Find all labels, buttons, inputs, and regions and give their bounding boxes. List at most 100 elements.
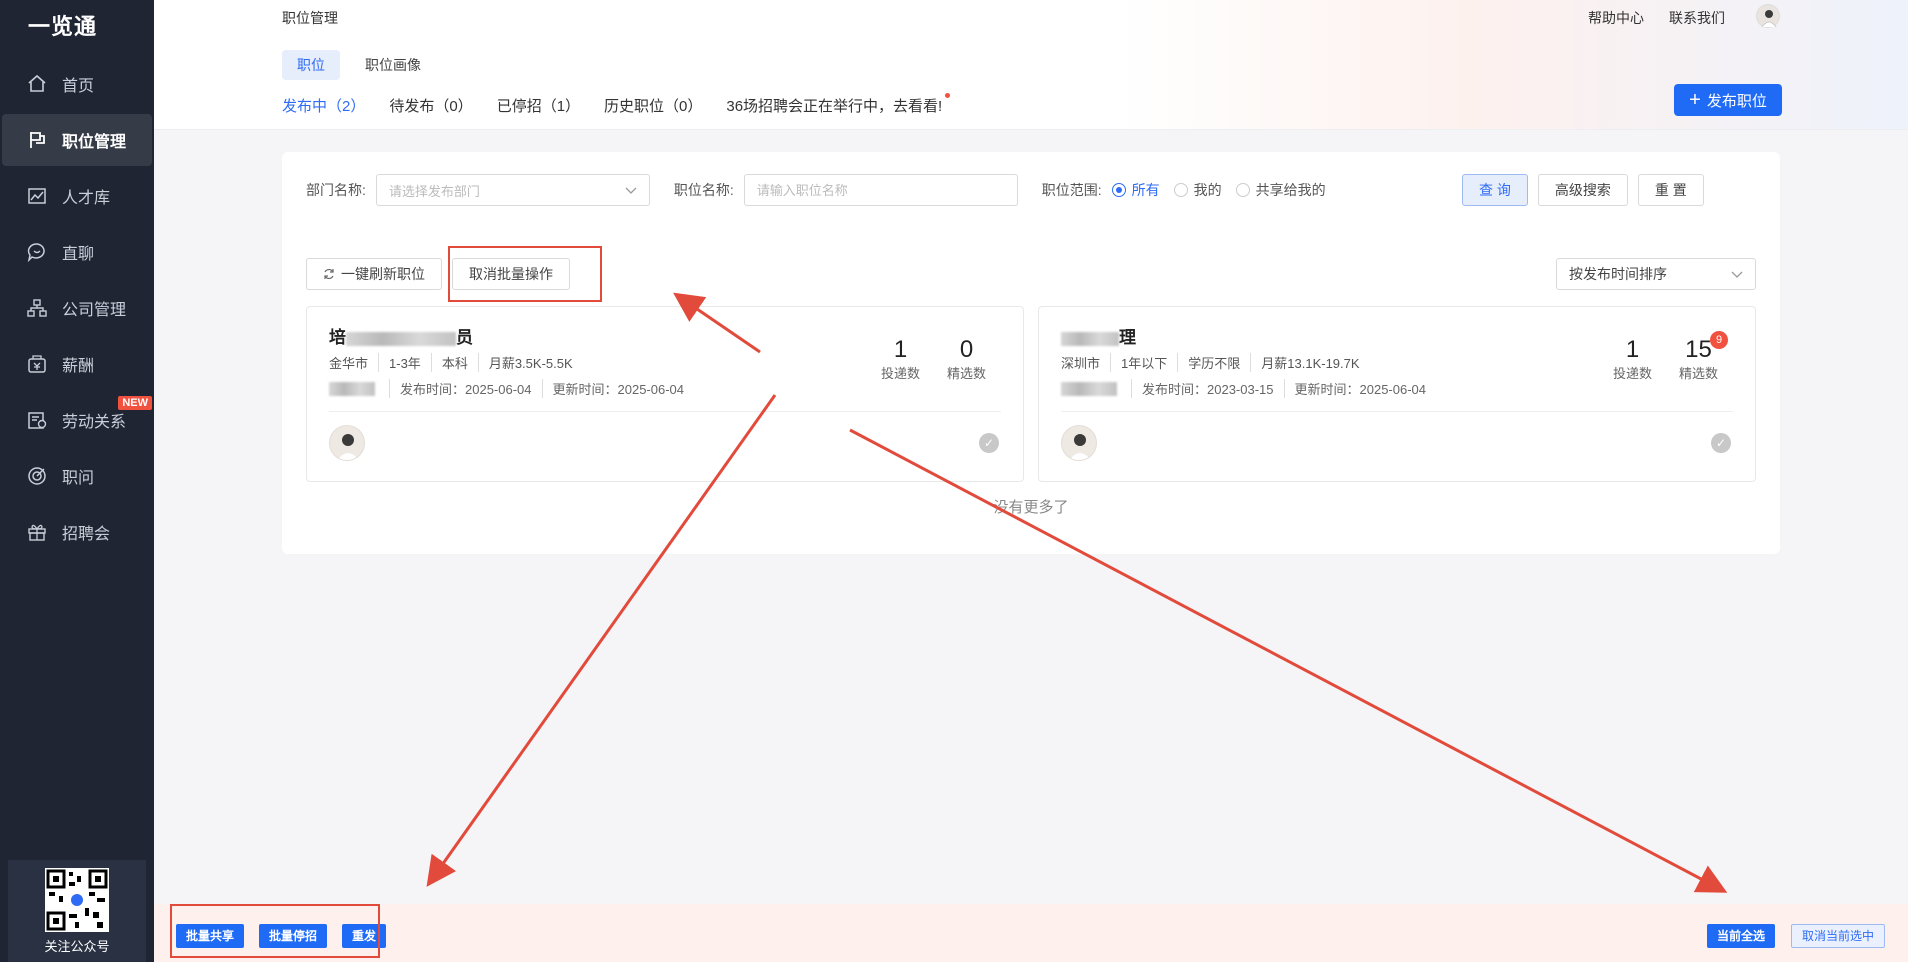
redacted-text	[1061, 381, 1117, 396]
sidebar-item-job-fair[interactable]: 招聘会	[2, 506, 152, 558]
selected-count: 0	[959, 336, 974, 363]
scope-radio-shared[interactable]: 共享给我的	[1235, 180, 1326, 200]
job-salary: 月薪3.5K-5.5K	[477, 353, 583, 372]
org-chart-icon	[26, 297, 48, 319]
dept-label: 部门名称:	[306, 182, 366, 198]
cancel-selection-button[interactable]: 取消当前选中	[1791, 924, 1886, 948]
sidebar-item-label: 职位管理	[62, 134, 127, 151]
help-center-link[interactable]: 帮助中心	[1588, 8, 1644, 28]
chevron-down-icon	[1731, 266, 1743, 282]
status-publishing[interactable]: 发布中（2）	[282, 95, 365, 116]
sort-select[interactable]: 按发布时间排序	[1556, 258, 1756, 290]
contact-us-link[interactable]: 联系我们	[1669, 8, 1725, 28]
annotation-highlight-box	[170, 904, 380, 958]
target-icon	[26, 465, 48, 487]
app-logo[interactable]: 一览通	[0, 0, 154, 54]
sort-label: 按发布时间排序	[1569, 266, 1667, 282]
qr-code-panel: 关注公众号	[8, 860, 146, 962]
chevron-down-icon	[625, 183, 637, 198]
avatar	[1061, 425, 1097, 461]
annotation-highlight-box	[448, 246, 602, 302]
filter-row: 部门名称: 请选择发布部门 职位名称: 职位范围: 所有 我的 共享给我的	[306, 174, 1340, 206]
job-card[interactable]: 理 深圳市 1年以下 学历不限 月薪13.1K-19.7K 发布时间：2023-…	[1038, 306, 1756, 482]
advanced-search-button[interactable]: 高级搜索	[1537, 174, 1628, 206]
home-icon	[26, 73, 48, 95]
status-pending[interactable]: 待发布（0）	[389, 95, 472, 116]
sidebar-item-career-qa[interactable]: 职问	[2, 450, 152, 502]
batch-action-bar: 批量共享 批量停招 重发 当前全选 取消当前选中	[154, 904, 1908, 962]
divider	[1061, 411, 1733, 412]
divider	[329, 411, 1001, 412]
radio-icon	[1173, 183, 1188, 197]
status-history[interactable]: 历史职位（0）	[604, 95, 702, 116]
job-title-text: 培	[329, 328, 346, 347]
tab-job-profile[interactable]: 职位画像	[350, 50, 436, 80]
status-stopped[interactable]: 已停招（1）	[497, 95, 580, 116]
selected-label: 精选数	[1679, 366, 1719, 381]
gift-icon	[26, 521, 48, 543]
job-card[interactable]: 培员 金华市 1-3年 本科 月薪3.5K-5.5K 发布时间：2025-06-…	[306, 306, 1024, 482]
radio-icon	[1111, 183, 1126, 197]
job-fair-link[interactable]: 36场招聘会正在举行中，去看看!	[726, 93, 951, 116]
selected-label: 精选数	[947, 366, 987, 381]
sidebar: 一览通 首页 职位管理 人才库 直聊 公司管理 薪酬 劳动关系 NEW 职问 招…	[0, 0, 154, 962]
sidebar-item-labor-relations[interactable]: 劳动关系 NEW	[2, 394, 152, 446]
job-education: 本科	[430, 353, 478, 372]
sidebar-item-salary[interactable]: 薪酬	[2, 338, 152, 390]
applications-label: 投递数	[881, 366, 921, 381]
job-name-label: 职位名称:	[673, 182, 734, 198]
scope-radio-all[interactable]: 所有	[1111, 180, 1160, 200]
sidebar-item-label: 公司管理	[62, 302, 127, 319]
sidebar-item-chat[interactable]: 直聊	[2, 226, 152, 278]
select-all-button[interactable]: 当前全选	[1707, 924, 1776, 948]
user-avatar[interactable]	[1756, 4, 1780, 28]
applications-stat[interactable]: 1 投递数	[881, 337, 920, 382]
sidebar-item-label: 职问	[62, 470, 95, 487]
dept-select[interactable]: 请选择发布部门	[375, 174, 650, 206]
redacted-text	[1061, 331, 1119, 346]
dept-placeholder: 请选择发布部门	[388, 183, 480, 199]
redacted-text	[346, 331, 456, 346]
publish-job-button[interactable]: + 发布职位	[1674, 84, 1782, 116]
applications-stat[interactable]: 1 投递数	[1613, 337, 1652, 382]
sidebar-item-company[interactable]: 公司管理	[2, 282, 152, 334]
sidebar-item-home[interactable]: 首页	[2, 58, 152, 110]
refresh-jobs-button[interactable]: 一键刷新职位	[306, 258, 442, 290]
page-title: 职位管理	[282, 10, 338, 26]
filter-buttons: 查 询 高级搜索 重 置	[1462, 174, 1714, 206]
qr-code-image	[45, 868, 109, 932]
sidebar-item-talent-pool[interactable]: 人才库	[2, 170, 152, 222]
new-badge: NEW	[118, 396, 152, 410]
trend-icon	[26, 185, 48, 207]
sidebar-item-label: 首页	[62, 78, 95, 95]
job-dates: 发布时间：2023-03-15 更新时间：2025-06-04	[1061, 379, 1436, 398]
no-more-text: 没有更多了	[993, 499, 1069, 516]
status-filter: 发布中（2） 待发布（0） 已停招（1） 历史职位（0） 36场招聘会正在举行中…	[282, 93, 966, 116]
select-check-icon[interactable]: ✓	[1711, 433, 1731, 453]
tab-jobs[interactable]: 职位	[282, 50, 340, 80]
notification-badge: 9	[1710, 331, 1729, 349]
scope-mine-label: 我的	[1193, 182, 1222, 198]
job-salary: 月薪13.1K-19.7K	[1250, 353, 1369, 372]
scope-all-label: 所有	[1131, 182, 1160, 198]
job-education: 学历不限	[1177, 353, 1250, 372]
job-meta: 深圳市 1年以下 学历不限 月薪13.1K-19.7K	[1061, 353, 1370, 372]
selected-stat[interactable]: 0 精选数	[947, 337, 986, 382]
job-title: 培员	[329, 323, 473, 348]
job-name-input[interactable]	[743, 174, 1018, 206]
query-button[interactable]: 查 询	[1462, 174, 1528, 206]
scope-radio-mine[interactable]: 我的	[1173, 180, 1222, 200]
job-title: 理	[1061, 323, 1136, 348]
notification-dot	[945, 93, 951, 98]
select-check-icon[interactable]: ✓	[979, 433, 999, 453]
reset-button[interactable]: 重 置	[1637, 174, 1704, 206]
applications-count: 1	[1625, 336, 1640, 363]
selected-stat[interactable]: 15 精选数 9	[1679, 331, 1729, 382]
refresh-jobs-label: 一键刷新职位	[341, 266, 425, 282]
job-list-panel: 部门名称: 请选择发布部门 职位名称: 职位范围: 所有 我的 共享给我的 查 …	[282, 152, 1780, 554]
job-fair-link-text: 36场招聘会正在举行中，去看看!	[726, 98, 943, 115]
redacted-text	[329, 381, 375, 396]
page-header: 职位管理 帮助中心 联系我们 职位 职位画像 发布中（2） 待发布（0） 已停招…	[154, 0, 1908, 130]
sidebar-item-job-management[interactable]: 职位管理	[2, 114, 152, 166]
applications-count: 1	[893, 336, 908, 363]
